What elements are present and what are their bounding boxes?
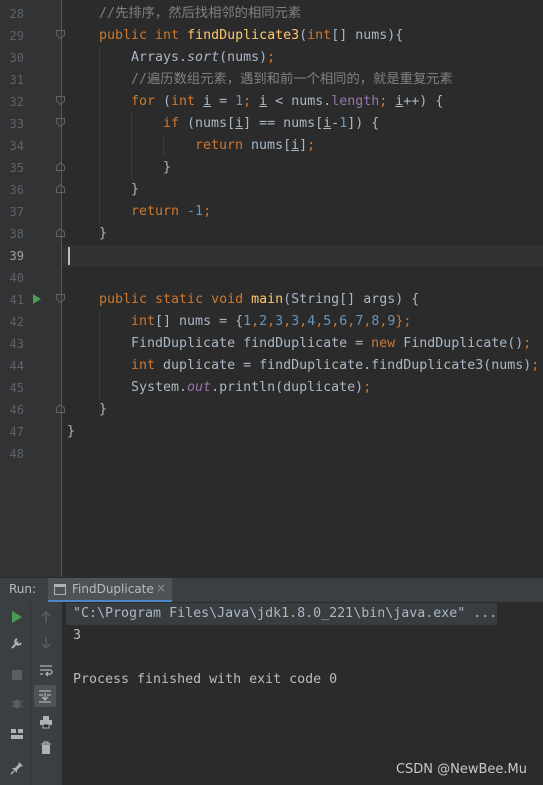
pin-tab-button[interactable]	[7, 758, 27, 778]
line-number: 48	[9, 447, 24, 461]
layout-button[interactable]	[7, 724, 27, 744]
code-line-30: Arrays.sort(nums);	[131, 50, 276, 65]
code-line-47: }	[67, 424, 76, 439]
code-line-38: }	[99, 226, 108, 241]
pin-icon	[10, 762, 23, 775]
stop-icon	[12, 670, 22, 680]
code-line-46: }	[99, 402, 108, 417]
layout-icon	[11, 729, 23, 739]
run-panel-label: Run:	[9, 582, 37, 596]
run-tab-label: FindDuplicate	[72, 582, 154, 596]
console-output[interactable]: "C:\Program Files\Java\jdk1.8.0_221\bin\…	[62, 602, 543, 785]
text-caret	[68, 247, 70, 265]
run-tab-findduplicate[interactable]: FindDuplicate ×	[48, 578, 172, 603]
wrench-icon	[11, 638, 22, 649]
console-output-line: 3	[73, 628, 82, 643]
code-line-35: }	[163, 160, 172, 175]
arrow-down-icon	[41, 637, 51, 650]
play-icon	[12, 611, 22, 623]
code-line-36: }	[131, 182, 140, 197]
next-occurrence-button[interactable]	[36, 633, 56, 653]
scroll-to-end-button[interactable]	[34, 685, 56, 707]
current-line-highlight	[62, 245, 543, 267]
code-line-41: public static void main(String[] args) {	[99, 292, 420, 307]
code-line-45: System.out.println(duplicate);	[131, 380, 372, 395]
code-line-43: FindDuplicate findDuplicate = new FindDu…	[131, 336, 532, 351]
print-icon	[40, 716, 52, 729]
code-line-42: int[] nums = {1,2,3,3,4,5,6,7,8,9};	[131, 314, 412, 329]
clear-all-button[interactable]	[36, 738, 56, 758]
code-editor[interactable]: 28 29 30 31 32 33 34 35 36 37 38 39 40 4…	[0, 0, 543, 577]
close-icon[interactable]: ×	[156, 581, 166, 595]
scroll-to-end-icon	[39, 690, 51, 703]
code-line-29: public int findDuplicate3(int[] nums){	[99, 28, 404, 43]
rerun-button[interactable]	[7, 607, 27, 627]
code-line-33: if (nums[i] == nums[i-1]) {	[163, 116, 380, 131]
code-line-28: //先排序，然后找相邻的相同元素	[99, 6, 302, 21]
code-line-34: return nums[i];	[195, 138, 316, 153]
soft-wrap-icon	[40, 665, 53, 677]
bug-icon	[10, 699, 24, 709]
watermark: CSDN @NewBee.Mu	[395, 762, 527, 777]
run-panel-header: Run: FindDuplicate ×	[0, 577, 543, 603]
trash-icon	[41, 741, 51, 754]
toolbar-divider	[30, 604, 31, 785]
arrow-up-icon	[41, 610, 51, 623]
previous-occurrence-button[interactable]	[36, 607, 56, 627]
code-line-37: return -1;	[131, 204, 212, 219]
line-number: 40	[9, 271, 24, 285]
line-number: 39	[9, 249, 24, 263]
code-line-32: for (int i = 1; i < nums.length; i++) {	[131, 94, 444, 109]
print-button[interactable]	[36, 712, 56, 732]
code-line-31: //遍历数组元素，遇到和前一个相同的，就是重复元素	[131, 72, 453, 87]
console-command-line: "C:\Program Files\Java\jdk1.8.0_221\bin\…	[73, 606, 498, 621]
console-icon	[54, 584, 66, 595]
console-exit-line: Process finished with exit code 0	[73, 672, 338, 687]
soft-wrap-button[interactable]	[36, 660, 56, 680]
edit-configuration-button[interactable]	[7, 633, 27, 653]
code-line-44: int duplicate = findDuplicate.findDuplic…	[131, 358, 540, 373]
run-toolbar	[0, 602, 62, 785]
debug-button[interactable]	[7, 693, 27, 713]
stop-button[interactable]	[7, 665, 27, 685]
